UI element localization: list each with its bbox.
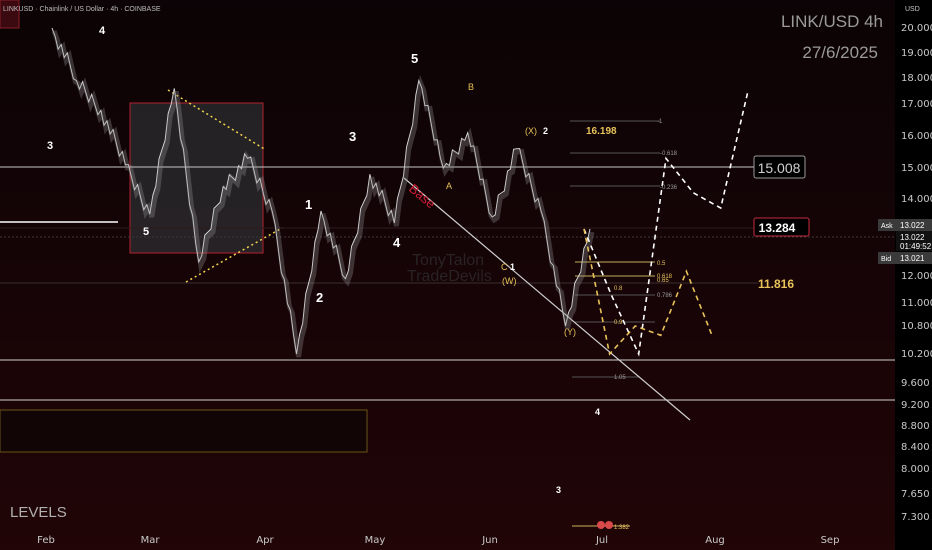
x-tick-label: May [365,535,386,546]
fib-label-1382: 1.382 [614,525,630,531]
level-label-11816: 11.816 [758,277,794,291]
chart-canvas: 20.00019.00018.00017.00016.00015.00014.0… [0,0,932,550]
wave-label: 4 [99,25,106,37]
y-tick-label: 16.000 [901,131,932,142]
fib-label-neg0236: -0.236 [660,185,678,191]
x-tick-label: Jul [595,535,608,546]
y-tick-label: 10.200 [901,349,932,360]
y-tick-label: 11.000 [901,298,932,309]
fib-label-065: 0.65 [657,278,669,284]
y-tick-label: 8.400 [901,442,930,453]
level-label-15008: 15.008 [758,160,801,176]
wave-label: 5 [143,226,149,238]
wave-label: B [468,82,474,92]
alert-icon[interactable] [605,521,613,529]
y-tick-label: 17.000 [901,99,932,110]
y-tick-label: 7.650 [901,489,930,500]
alert-icon[interactable] [597,521,605,529]
wave-label: 5 [411,51,418,66]
wave-label: 4 [595,407,600,417]
wave-label: (X) [525,126,537,136]
symbol-line: LINKUSD · Chainlink / US Dollar · 4h · C… [3,6,161,13]
wave-label: 1 [305,197,312,212]
wave-label: 3 [556,485,561,495]
y-tick-label: 12.000 [901,271,932,282]
y-tick-label: 9.600 [901,378,930,389]
level-label-13284: 13.284 [759,221,796,235]
y-tick-label: 14.000 [901,194,932,205]
y-tick-label: 8.000 [901,464,930,475]
x-tick-label: Sep [821,535,840,546]
left-price-tab [0,0,20,29]
fib-label-neg0618: -0.618 [660,151,678,157]
watermark-top: TonyTalon [412,252,484,269]
support-zone-box[interactable] [0,409,368,453]
fib-label-08: 0.8 [614,286,623,292]
y-tick-label: 19.000 [901,48,932,59]
wave-label: C [501,262,508,272]
x-tick-label: Mar [141,535,161,546]
ask-price: 13.022 [900,221,925,230]
bid-price: 13.021 [900,254,925,263]
fib-label-05: 0.5 [657,261,666,267]
wave-label: 2 [543,126,548,136]
x-tick-label: Jun [481,535,498,546]
fib-label-105: 1.05 [614,375,626,381]
level-label-16198: 16.198 [586,126,617,137]
bid-label: Bid [881,256,891,263]
x-tick-label: Aug [705,535,725,546]
y-tick-label: 20.000 [901,23,932,34]
wave-label: 3 [349,129,356,144]
wave-label: A [446,181,452,191]
x-tick-label: Apr [256,535,274,546]
wave-label: (Y) [564,327,576,337]
wave-label: 3 [47,140,53,152]
y-tick-label: 9.200 [901,400,930,411]
wave-label: 2 [316,290,323,305]
levels-label: LEVELS [10,504,67,521]
watermark-bottom: TradeDevils [407,268,492,285]
y-tick-label: 10.800 [901,321,932,332]
wave-label: 4 [393,235,401,250]
ask-label: Ask [881,223,893,230]
chart-date: 27/6/2025 [802,43,878,62]
y-tick-label: 15.000 [901,163,932,174]
fib-label-0786: 0.786 [657,293,673,299]
x-tick-label: Feb [37,535,55,546]
currency-label: USD [905,6,920,13]
countdown: 01:49:52 [900,242,932,251]
wave-label: 1 [510,262,515,272]
y-tick-label: 8.800 [901,421,930,432]
fib-label-neg1: -1 [657,119,663,125]
fib-label-09: 0.9 [614,320,623,326]
wave-label: (W) [502,276,517,286]
y-tick-label: 7.300 [901,512,930,523]
y-tick-label: 18.000 [901,73,932,84]
last-price: 13.022 [900,233,925,242]
chart-title: LINK/USD 4h [781,12,883,31]
